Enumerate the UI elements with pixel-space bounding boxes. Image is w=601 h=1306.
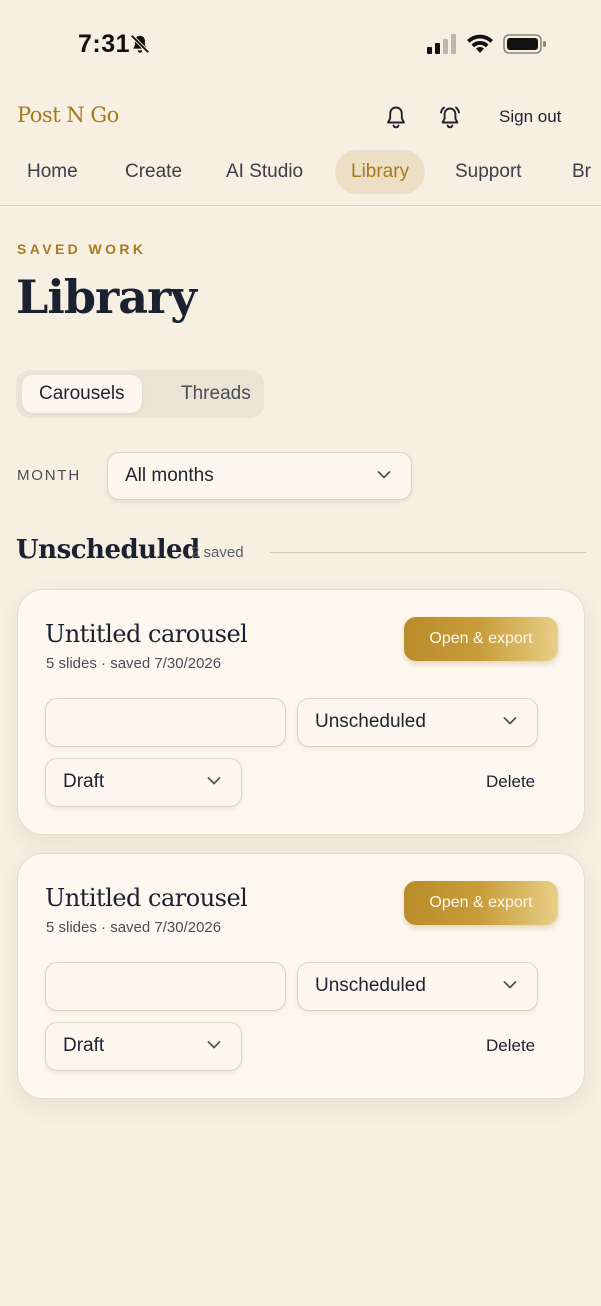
cellular-signal-icon (427, 34, 456, 54)
alerts-ringing-bell-icon[interactable] (438, 104, 462, 130)
section-count: 2 saved (191, 544, 244, 561)
chevron-down-icon (503, 717, 517, 725)
card-note-input[interactable] (45, 962, 286, 1011)
month-select-value: All months (125, 465, 214, 486)
carousel-card: Untitled carousel 5 slides · saved 7/30/… (17, 853, 585, 1099)
schedule-select[interactable]: Unscheduled (297, 698, 538, 747)
open-export-button[interactable]: Open & export (404, 617, 558, 661)
status-select[interactable]: Draft (45, 758, 242, 807)
carousel-card: Untitled carousel 5 slides · saved 7/30/… (17, 589, 585, 835)
schedule-select-value: Unscheduled (315, 711, 426, 732)
month-filter-label: MONTH (17, 467, 81, 484)
card-title: Untitled carousel (45, 884, 248, 912)
chevron-down-icon (503, 981, 517, 989)
chevron-down-icon (207, 777, 221, 785)
page-title: Library (16, 270, 197, 324)
main-nav: Home Create AI Studio Library Support Br (0, 150, 601, 194)
schedule-select[interactable]: Unscheduled (297, 962, 538, 1011)
bell-muted-icon (130, 34, 150, 54)
status-select-value: Draft (63, 771, 105, 792)
library-screen: 7:31 Post N Go Sign out Home Create AI S… (0, 0, 601, 1306)
card-meta: 5 slides · saved 7/30/2026 (46, 919, 222, 936)
content-type-segment: Carousels Threads (16, 370, 264, 418)
wifi-icon (467, 34, 493, 53)
segment-carousels[interactable]: Carousels (22, 375, 142, 413)
section-divider (270, 552, 586, 553)
nav-divider (0, 205, 601, 206)
open-export-button[interactable]: Open & export (404, 881, 558, 925)
page-eyebrow: SAVED WORK (17, 241, 147, 257)
schedule-select-value: Unscheduled (315, 975, 426, 996)
sign-out-button[interactable]: Sign out (499, 107, 561, 127)
tab-ai-studio[interactable]: AI Studio (210, 150, 319, 194)
chevron-down-icon (207, 1041, 221, 1049)
tab-support[interactable]: Support (439, 150, 538, 194)
status-select[interactable]: Draft (45, 1022, 242, 1071)
status-select-value: Draft (63, 1035, 105, 1056)
notifications-bell-icon[interactable] (384, 104, 408, 130)
tab-overflow[interactable]: Br (556, 150, 601, 194)
segment-threads[interactable]: Threads (164, 375, 268, 413)
card-title: Untitled carousel (45, 620, 248, 648)
delete-button[interactable]: Delete (486, 772, 535, 792)
tab-home[interactable]: Home (11, 150, 94, 194)
delete-button[interactable]: Delete (486, 1036, 535, 1056)
battery-icon (503, 34, 546, 54)
month-select[interactable]: All months (107, 452, 412, 500)
brand-logo[interactable]: Post N Go (17, 103, 119, 127)
card-note-input[interactable] (45, 698, 286, 747)
chevron-down-icon (377, 471, 391, 479)
status-bar: 7:31 (0, 0, 601, 90)
tab-library[interactable]: Library (335, 150, 426, 194)
card-meta: 5 slides · saved 7/30/2026 (46, 655, 222, 672)
tab-create[interactable]: Create (109, 150, 198, 194)
section-title: Unscheduled (16, 535, 200, 565)
status-time: 7:31 (78, 30, 131, 58)
